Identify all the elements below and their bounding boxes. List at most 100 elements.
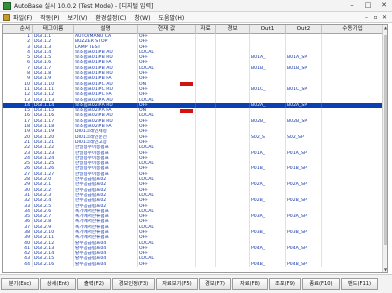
- mdi-restore-button[interactable]: ▫: [371, 14, 380, 21]
- function-key-button[interactable]: 경보(F7): [199, 278, 231, 290]
- alarm-indicator: [180, 247, 193, 251]
- alarm-indicator: [180, 119, 193, 123]
- alarm-indicator: [180, 199, 193, 203]
- document-icon[interactable]: [3, 13, 10, 21]
- column-header-manual-entry[interactable]: 수동기입: [322, 25, 383, 34]
- row-description: 탈수공급펌프04: [74, 261, 138, 268]
- alarm-indicator: [180, 35, 193, 39]
- table-row[interactable]: 44 DGI.2.16 탈수공급펌프04 OFF P04B_ P04B_SP: [3, 261, 383, 268]
- row-tag: DGI.2.16: [33, 261, 74, 268]
- row-manual-entry: [322, 262, 383, 267]
- menu-help[interactable]: 도움말(H): [158, 13, 184, 22]
- alarm-indicator: [180, 125, 193, 129]
- alarm-indicator: [180, 77, 193, 81]
- menu-operate[interactable]: 작동(P): [40, 13, 59, 22]
- alarm-indicator: [180, 236, 193, 240]
- minimize-button[interactable]: –: [344, 0, 360, 11]
- alarm-indicator: [180, 40, 193, 44]
- alarm-indicator: [180, 98, 193, 102]
- close-button[interactable]: ✕: [376, 0, 392, 11]
- function-key-button[interactable]: 조포(F9): [269, 278, 301, 290]
- alarm-indicator: [180, 104, 193, 108]
- menu-file[interactable]: 파일(F): [13, 13, 32, 22]
- column-header-description[interactable]: 설명: [74, 25, 138, 34]
- function-key-button[interactable]: 자료보기(F5): [156, 278, 198, 290]
- row-current-value: OFF: [138, 261, 196, 268]
- alarm-indicator: [180, 88, 193, 92]
- column-header-index[interactable]: 순서: [3, 25, 33, 34]
- alarm-indicator: [180, 146, 193, 150]
- vertical-scrollbar[interactable]: ▲ ▼: [382, 25, 387, 272]
- column-header-data[interactable]: 자료: [196, 25, 216, 34]
- function-key-bar: 분기(Esc) 상세(Ent) 출력(F2) 경보인정(F3) 자료보기(F5) 경보(F…: [0, 274, 392, 293]
- alarm-indicator: [180, 141, 193, 145]
- mdi-controls: – ▫ ✕: [362, 12, 389, 23]
- title-bar: AutoBase 실시 10.0.2 (Test Mode) - [디지털 입력…: [0, 0, 392, 12]
- column-header-current-value[interactable]: 현재 값: [138, 25, 196, 34]
- row-index: 44: [3, 261, 33, 268]
- column-header-tag[interactable]: 태그이름: [33, 25, 74, 34]
- alarm-indicator: [180, 252, 193, 256]
- function-key-button[interactable]: 출력(F2): [77, 278, 111, 290]
- alarm-indicator: [180, 130, 193, 134]
- alarm-indicator: [180, 172, 193, 176]
- mdi-minimize-button[interactable]: –: [362, 14, 371, 21]
- mdi-close-button[interactable]: ✕: [380, 14, 389, 21]
- menu-settings[interactable]: 환경설정(C): [95, 13, 126, 22]
- column-header-alarm[interactable]: 경보: [216, 25, 250, 34]
- row-out1: P04B_: [250, 261, 286, 268]
- row-alarm: [216, 261, 250, 268]
- alarm-indicator: [180, 51, 193, 55]
- grid-body: 1 DGI.1.1 AUTO/MANU CA OFF 2 DGI.1.2 BUZZER ST…: [3, 34, 383, 272]
- alarm-indicator: [180, 257, 193, 261]
- alarm-indicator: [180, 231, 193, 235]
- column-header-out1[interactable]: Out1: [250, 25, 286, 34]
- alarm-indicator: [180, 82, 193, 87]
- alarm-indicator: [180, 241, 193, 245]
- alarm-indicator: [180, 262, 193, 266]
- menu-bar: 파일(F) 작동(P) 보기(V) 환경설정(C) 창(W) 도움말(H) – …: [0, 12, 392, 23]
- alarm-indicator: [180, 135, 193, 139]
- alarm-indicator: [180, 61, 193, 65]
- alarm-indicator: [180, 114, 193, 118]
- alarm-indicator: [180, 56, 193, 60]
- alarm-indicator: [180, 183, 193, 187]
- row-data: [196, 261, 216, 268]
- alarm-indicator: [180, 178, 193, 182]
- alarm-indicator: [180, 167, 193, 171]
- window-title: AutoBase 실시 10.0.2 (Test Mode) - [디지털 입력…: [14, 3, 154, 10]
- alarm-indicator: [180, 45, 193, 49]
- menu-window[interactable]: 창(W): [134, 13, 150, 22]
- function-key-button[interactable]: 종료(F10): [302, 278, 340, 290]
- menu-view[interactable]: 보기(V): [68, 13, 88, 22]
- grid-header: 순서 태그이름 설명 현재 값 자료 경보 Out1 Out2 수동기입: [3, 25, 383, 34]
- row-out2: P04B_SP: [286, 261, 322, 268]
- alarm-indicator: [180, 66, 193, 70]
- scroll-down-icon[interactable]: ▼: [383, 267, 387, 272]
- current-value-text: OFF: [139, 261, 148, 267]
- scrollbar-thumb[interactable]: [384, 35, 387, 245]
- alarm-indicator: [180, 151, 193, 155]
- alarm-indicator: [180, 220, 193, 224]
- maximize-button[interactable]: □: [360, 0, 376, 11]
- alarm-indicator: [180, 93, 193, 97]
- alarm-indicator: [180, 188, 193, 192]
- alarm-indicator: [180, 108, 193, 113]
- alarm-indicator: [180, 72, 193, 76]
- scroll-up-icon[interactable]: ▲: [383, 25, 387, 31]
- app-icon: [3, 1, 11, 10]
- alarm-indicator: [180, 156, 193, 160]
- alarm-indicator: [180, 225, 193, 229]
- alarm-indicator: [180, 215, 193, 219]
- function-key-button[interactable]: 분기(Esc): [1, 278, 39, 290]
- column-header-out2[interactable]: Out2: [286, 25, 322, 34]
- function-key-button[interactable]: 경보인정(F3): [112, 278, 155, 290]
- alarm-indicator: [180, 209, 193, 213]
- function-key-button[interactable]: 밴드(F11): [341, 278, 378, 290]
- alarm-indicator: [180, 162, 193, 166]
- function-key-button[interactable]: 자료(F8): [232, 278, 268, 290]
- digital-input-grid: 순서 태그이름 설명 현재 값 자료 경보 Out1 Out2 수동기입 1 DG…: [2, 24, 388, 273]
- alarm-indicator: [180, 204, 193, 208]
- alarm-indicator: [180, 194, 193, 198]
- function-key-button[interactable]: 상세(Ent): [40, 278, 76, 290]
